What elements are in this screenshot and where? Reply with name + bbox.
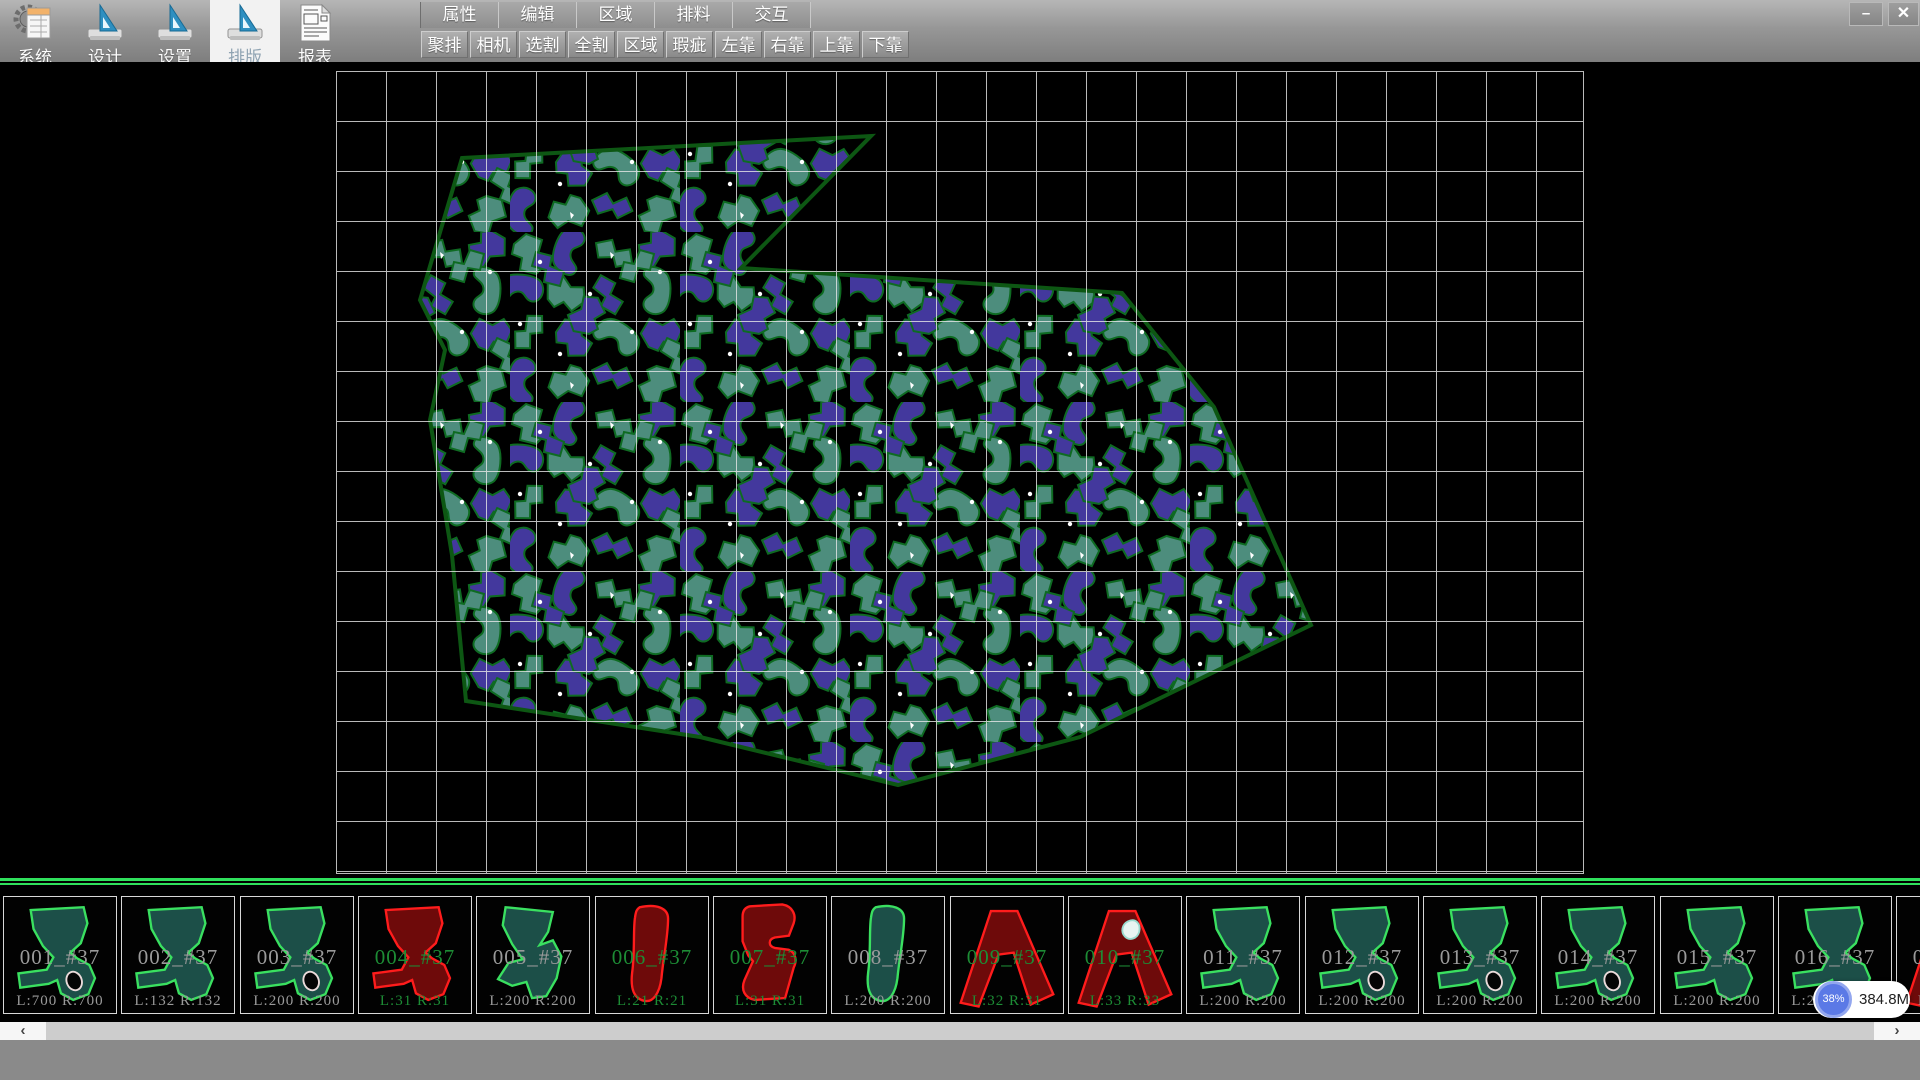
tool-region[interactable]: 区域 xyxy=(617,31,664,58)
menu-bar: 属性 编辑 区域 排料 交互 xyxy=(420,2,811,28)
piece-id: 015_#37 xyxy=(1661,945,1773,970)
tool-bar: 聚排 相机 选割 全割 区域 瑕疵 左靠 右靠 上靠 下靠 xyxy=(421,31,909,58)
top-toolbar: 系统 设计 xyxy=(0,0,1920,62)
menu-interact[interactable]: 交互 xyxy=(733,2,811,28)
piece-thumbnail-011[interactable]: 011_#37 L:200 R:200 xyxy=(1186,896,1300,1014)
piece-lr-count: L:33 R:33 xyxy=(1069,993,1181,1010)
piece-thumbnail-009[interactable]: 009_#37 L:32 R:31 xyxy=(950,896,1064,1014)
strip-top-border2 xyxy=(0,883,1920,885)
strip-top-border xyxy=(0,878,1920,881)
piece-thumbnail-012[interactable]: 012_#37 L:200 R:200 xyxy=(1305,896,1419,1014)
system-gear-doc-icon xyxy=(13,2,57,44)
piece-thumbnail-002[interactable]: 002_#37 L:132 R:132 xyxy=(121,896,235,1014)
tool-defect[interactable]: 瑕疵 xyxy=(666,31,713,58)
piece-id: 006_#37 xyxy=(596,945,708,970)
piece-lr-count: L:200 R:200 xyxy=(1424,993,1536,1010)
piece-lr-count: L:200 R:200 xyxy=(1661,993,1773,1010)
piece-id: 008_#37 xyxy=(832,945,944,970)
tool-align-bottom[interactable]: 下靠 xyxy=(862,31,909,58)
triangle-ruler-icon xyxy=(83,2,127,44)
mode-button-settings[interactable]: 设置 xyxy=(140,0,210,62)
close-button[interactable]: ✕ xyxy=(1888,2,1919,26)
mode-button-system[interactable]: 系统 xyxy=(0,0,70,62)
triangle-ruler-icon xyxy=(153,2,197,44)
piece-thumbnail-strip: 001_#37 L:700 R:700 002_#37 L:132 R:132 … xyxy=(0,878,1920,1022)
mode-button-design[interactable]: 设计 xyxy=(70,0,140,62)
menu-edit[interactable]: 编辑 xyxy=(499,2,577,28)
piece-thumbnail-007[interactable]: 007_#37 L:31 R:31 xyxy=(713,896,827,1014)
piece-id: 014_#37 xyxy=(1542,945,1654,970)
report-doc-icon xyxy=(293,2,337,44)
tool-select-cut[interactable]: 选割 xyxy=(519,31,566,58)
piece-id: 004_#37 xyxy=(359,945,471,970)
piece-id: 002_#37 xyxy=(122,945,234,970)
app-mode-bar: 系统 设计 xyxy=(0,0,350,62)
piece-thumbnail-001[interactable]: 001_#37 L:700 R:700 xyxy=(3,896,117,1014)
piece-id: 009_#37 xyxy=(951,945,1063,970)
tool-align-top[interactable]: 上靠 xyxy=(813,31,860,58)
menu-nesting[interactable]: 排料 xyxy=(655,2,733,28)
tool-align-left[interactable]: 左靠 xyxy=(715,31,762,58)
piece-id: 005_#37 xyxy=(477,945,589,970)
tool-align-right[interactable]: 右靠 xyxy=(764,31,811,58)
piece-thumbnail-006[interactable]: 006_#37 L:21 R:21 xyxy=(595,896,709,1014)
mode-button-report[interactable]: 报表 xyxy=(280,0,350,62)
piece-thumbnail-004[interactable]: 004_#37 L:31 R:31 xyxy=(358,896,472,1014)
piece-thumbnail-014[interactable]: 014_#37 L:200 R:200 xyxy=(1541,896,1655,1014)
menu-region[interactable]: 区域 xyxy=(577,2,655,28)
piece-lr-count: L:200 R:200 xyxy=(1306,993,1418,1010)
piece-lr-count: L:31 R:31 xyxy=(714,993,826,1010)
progress-circle: 38% xyxy=(1815,981,1852,1018)
piece-lr-count: L:21 R:21 xyxy=(596,993,708,1010)
piece-id: 003_#37 xyxy=(241,945,353,970)
app-window: 系统 设计 xyxy=(0,0,1920,1080)
piece-thumbnail-010[interactable]: 010_#37 L:33 R:33 xyxy=(1068,896,1182,1014)
piece-id: 007_#37 xyxy=(714,945,826,970)
hide-nesting-svg xyxy=(0,62,1920,878)
piece-lr-count: L:700 R:700 xyxy=(4,993,116,1010)
menu-properties[interactable]: 属性 xyxy=(421,2,499,28)
piece-lr-count: L:200 R:200 xyxy=(477,993,589,1010)
piece-thumbnail-008[interactable]: 008_#37 L:200 R:200 xyxy=(831,896,945,1014)
leather-hide-shape[interactable] xyxy=(420,136,1311,785)
piece-id: 011_#37 xyxy=(1187,945,1299,970)
piece-id: 016_#37 xyxy=(1779,945,1891,970)
piece-lr-count: L:31 R:31 xyxy=(359,993,471,1010)
piece-lr-count: L:200 R:200 xyxy=(1187,993,1299,1010)
piece-id: 001_#37 xyxy=(4,945,116,970)
tool-cluster-nest[interactable]: 聚排 xyxy=(421,31,468,58)
memory-value: 384.8M xyxy=(1859,981,1909,1018)
piece-id: 013_#37 xyxy=(1424,945,1536,970)
piece-thumbnail-003[interactable]: 003_#37 L:200 R:200 xyxy=(240,896,354,1014)
piece-thumbnail-013[interactable]: 013_#37 L:200 R:200 xyxy=(1423,896,1537,1014)
triangle-ruler-icon xyxy=(223,2,267,44)
mode-button-nesting-active[interactable]: 排版 xyxy=(210,0,280,62)
horizontal-scrollbar[interactable]: ‹ › xyxy=(0,1022,1920,1040)
piece-lr-count: L:32 R:31 xyxy=(951,993,1063,1010)
piece-id: 017_#37 xyxy=(1897,945,1920,970)
scroll-right-button[interactable]: › xyxy=(1874,1022,1920,1040)
scroll-left-button[interactable]: ‹ xyxy=(0,1022,46,1040)
piece-lr-count: L:200 R:200 xyxy=(241,993,353,1010)
minimize-button[interactable]: – xyxy=(1849,2,1883,26)
piece-lr-count: L:200 R:200 xyxy=(832,993,944,1010)
tool-cut-all[interactable]: 全割 xyxy=(568,31,615,58)
window-bottom-bar xyxy=(0,1040,1920,1080)
piece-lr-count: L:200 R:200 xyxy=(1542,993,1654,1010)
piece-id: 010_#37 xyxy=(1069,945,1181,970)
piece-lr-count: L:132 R:132 xyxy=(122,993,234,1010)
piece-thumbnail-005[interactable]: 005_#37 L:200 R:200 xyxy=(476,896,590,1014)
tool-camera[interactable]: 相机 xyxy=(470,31,517,58)
nesting-canvas[interactable] xyxy=(0,62,1920,878)
piece-thumbnail-015[interactable]: 015_#37 L:200 R:200 xyxy=(1660,896,1774,1014)
memory-status-badge: 38% 384.8M xyxy=(1813,981,1910,1018)
piece-id: 012_#37 xyxy=(1306,945,1418,970)
